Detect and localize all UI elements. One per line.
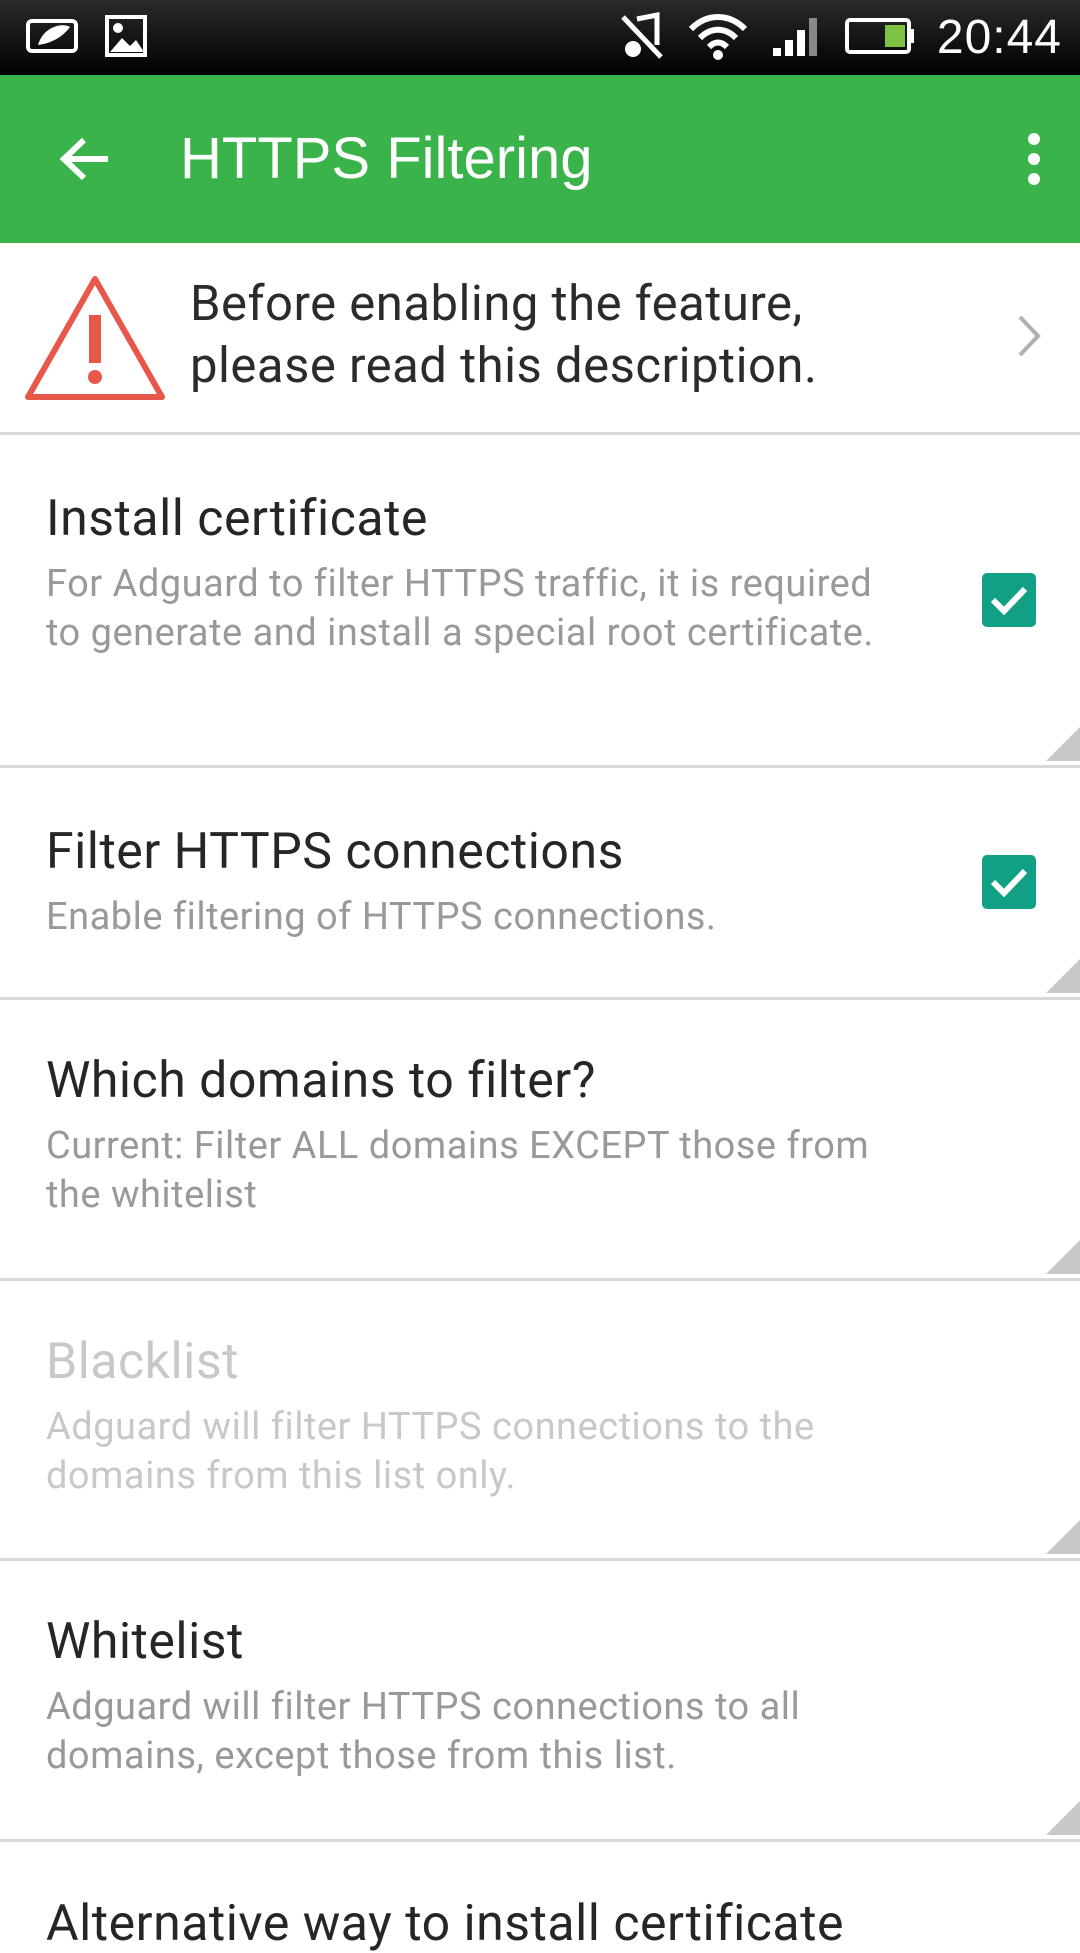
leaf-battery-saver-icon: [24, 15, 82, 61]
wifi-icon: [687, 11, 749, 65]
more-vert-icon[interactable]: [1014, 123, 1054, 195]
status-bar: 20:44: [0, 0, 1080, 75]
corner-indicator-icon: [1046, 1801, 1080, 1839]
setting-install-certificate[interactable]: Install certificate For Adguard to filte…: [0, 435, 1080, 768]
mute-icon: [619, 11, 665, 65]
setting-filter-https[interactable]: Filter HTTPS connections Enable filterin…: [0, 768, 1080, 1000]
setting-summary: Adguard will filter HTTPS connections to…: [46, 1685, 801, 1778]
corner-indicator-icon: [1046, 1520, 1080, 1558]
arrow-back-icon[interactable]: [48, 123, 120, 195]
checkmark-icon: [990, 868, 1028, 898]
signal-icon: [771, 14, 823, 62]
checkmark-icon: [990, 586, 1028, 616]
setting-whitelist[interactable]: Whitelist Adguard will filter HTTPS conn…: [0, 1561, 1080, 1842]
setting-title: Blacklist: [46, 1333, 240, 1391]
setting-which-domains[interactable]: Which domains to filter? Current: Filter…: [0, 1000, 1080, 1281]
setting-title: Which domains to filter?: [46, 1052, 596, 1110]
warning-text: Before enabling the feature, please read…: [190, 275, 818, 394]
page-title: HTTPS Filtering: [180, 126, 593, 191]
chevron-right-icon: [1016, 313, 1042, 363]
setting-alternative-install[interactable]: Alternative way to install certificate: [46, 1895, 844, 1953]
setting-summary: For Adguard to filter HTTPS traffic, it …: [46, 562, 874, 655]
image-notification-icon: [104, 14, 148, 62]
setting-summary: Current: Filter ALL domains EXCEPT those…: [46, 1124, 870, 1217]
setting-blacklist: Blacklist Adguard will filter HTTPS conn…: [0, 1281, 1080, 1561]
setting-title: Filter HTTPS connections: [46, 823, 624, 881]
corner-indicator-icon: [1046, 959, 1080, 997]
setting-summary: Enable filtering of HTTPS connections.: [46, 895, 717, 939]
warning-triangle-icon: [22, 273, 168, 407]
setting-title: Whitelist: [46, 1613, 244, 1671]
corner-indicator-icon: [1046, 1240, 1080, 1278]
install-certificate-checkbox[interactable]: [982, 573, 1036, 627]
app-bar: HTTPS Filtering: [0, 75, 1080, 243]
setting-summary: Adguard will filter HTTPS connections to…: [46, 1405, 815, 1498]
warning-banner[interactable]: Before enabling the feature, please read…: [0, 243, 1080, 435]
corner-indicator-icon: [1046, 727, 1080, 765]
status-time: 20:44: [936, 11, 1062, 64]
filter-https-checkbox[interactable]: [982, 855, 1036, 909]
setting-title: Install certificate: [46, 490, 428, 548]
battery-icon: [844, 17, 915, 59]
